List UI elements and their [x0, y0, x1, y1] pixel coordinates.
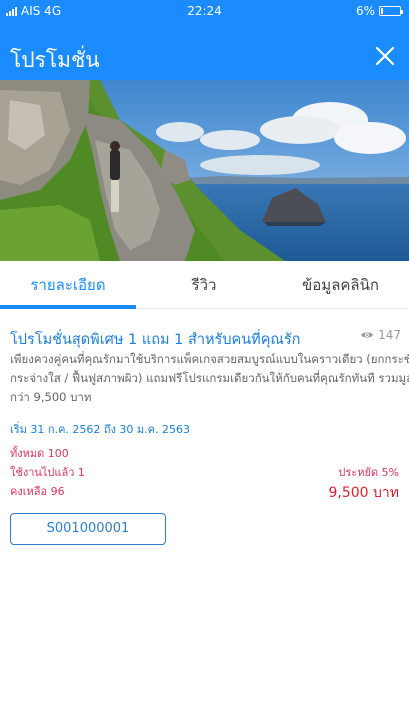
status-right: 6%: [355, 4, 403, 18]
used-count: ใช้งานไปแล้ว 1: [10, 466, 85, 479]
tab-clinic-info[interactable]: ข้อมูลคลินิก: [272, 261, 409, 309]
description-line: กระจ่างใส / ฟื้นฟูสภาพผิว) แถมฟรีโปรแกรม…: [10, 371, 409, 385]
view-count-value: 147: [378, 328, 401, 342]
promotion-title: โปรโมชั่นสุดพิเศษ 1 แถม 1 สำหรับคนที่คุณ…: [10, 332, 301, 348]
status-time: 22:24: [187, 4, 222, 18]
promotion-dates: เริ่ม 31 ก.ค. 2562 ถึง 30 ม.ค. 2563: [10, 423, 191, 436]
saving-percent: ประหยัด 5%: [338, 466, 399, 479]
battery-icon: [379, 6, 403, 16]
app-header: AIS 4G 22:24 6% โปรโมชั่น: [0, 0, 409, 80]
total-quota: ทั้งหมด 100: [10, 447, 69, 460]
view-count: 147: [360, 328, 401, 342]
tab-details[interactable]: รายละเอียด: [0, 261, 136, 309]
promotion-description: เพียงควงคู่คนที่คุณรักมาใช้บริการแพ็คเกจ…: [10, 350, 409, 407]
eye-icon: [361, 332, 374, 338]
promotion-code-button[interactable]: S001000001: [10, 513, 166, 545]
description-line: กว่า 9,500 บาท: [10, 390, 92, 404]
promotion-price: 9,500 บาท: [328, 485, 399, 501]
remaining-count: คงเหลือ 96: [10, 485, 65, 498]
active-tab-indicator: [0, 305, 136, 309]
battery-percent: 6%: [355, 4, 375, 18]
status-bar: AIS 4G 22:24 6%: [0, 0, 409, 22]
page-title: โปรโมชั่น: [10, 48, 100, 72]
tab-reviews[interactable]: รีวิว: [136, 261, 272, 309]
promotion-image: [0, 80, 409, 261]
tab-bar: รายละเอียด รีวิว ข้อมูลคลินิก: [0, 261, 409, 309]
close-icon[interactable]: [373, 44, 397, 68]
description-line: เพียงควงคู่คนที่คุณรักมาใช้บริการแพ็คเกจ…: [10, 352, 409, 366]
